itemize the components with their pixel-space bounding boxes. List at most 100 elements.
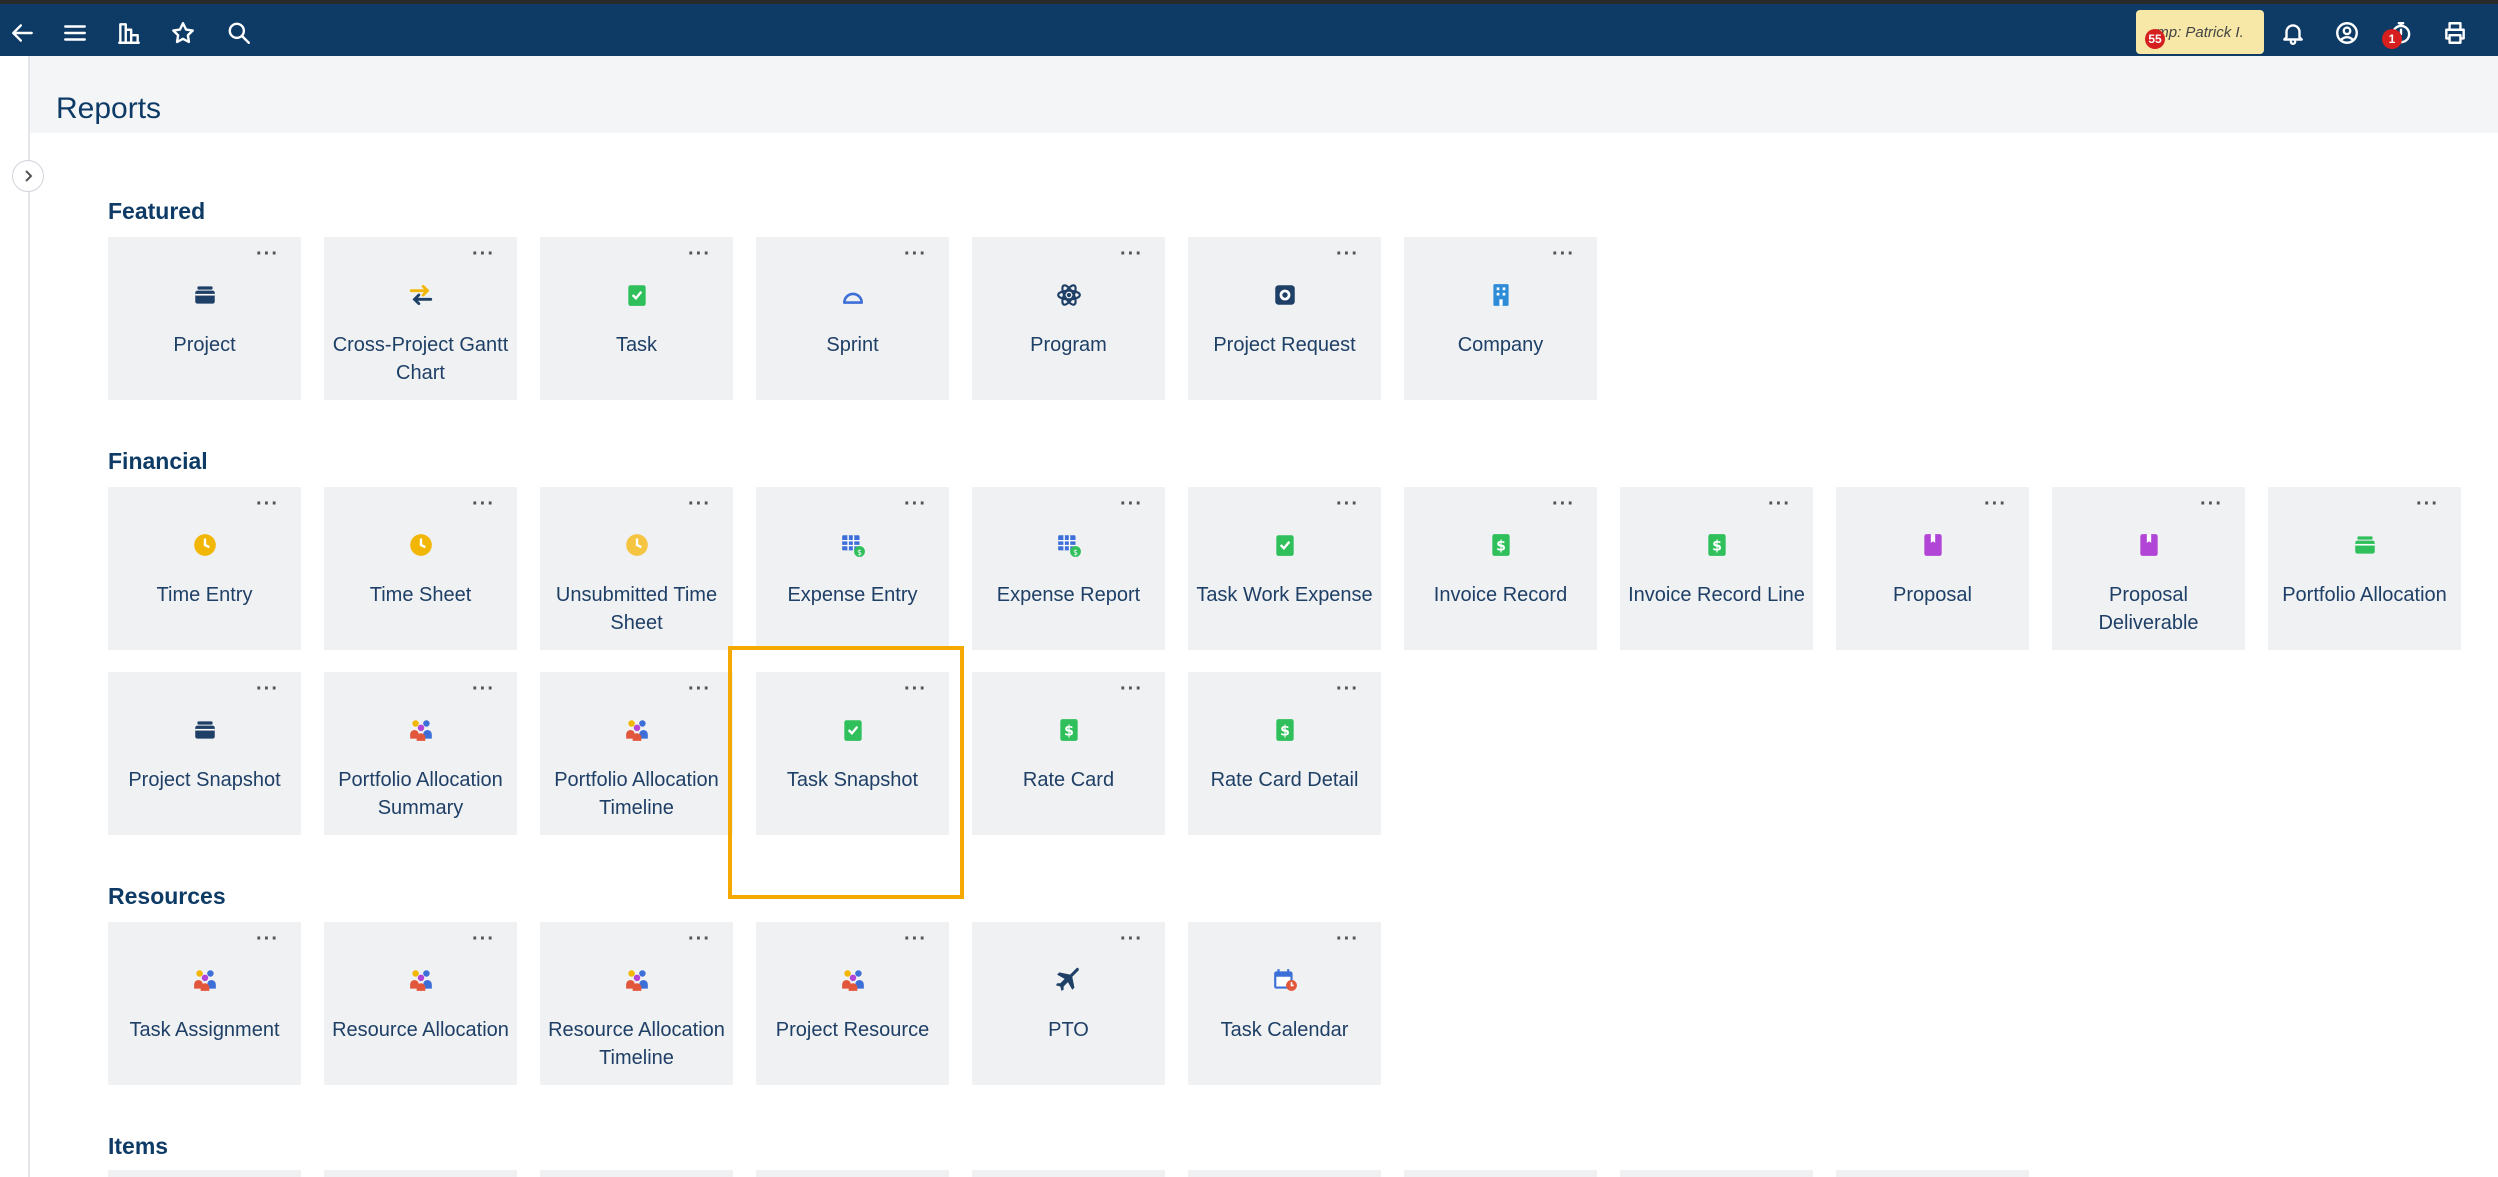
report-card-portfolio-allocation[interactable]: ··· Portfolio Allocation: [2268, 487, 2461, 650]
report-card-partial[interactable]: [540, 1170, 733, 1177]
people-icon: [191, 966, 219, 994]
more-options-icon[interactable]: ···: [688, 679, 711, 699]
user-profile-icon[interactable]: [2328, 14, 2366, 52]
more-options-icon[interactable]: ···: [904, 679, 927, 699]
card-label: Sprint: [826, 334, 879, 356]
bell-icon[interactable]: [2274, 14, 2312, 52]
dollar-doc-icon: $: [1703, 531, 1731, 559]
report-card-task-work-expense[interactable]: ··· Task Work Expense: [1188, 487, 1381, 650]
more-options-icon[interactable]: ···: [1336, 679, 1359, 699]
search-icon[interactable]: [220, 14, 258, 52]
report-card-pto[interactable]: ··· PTO: [972, 922, 1165, 1085]
more-options-icon[interactable]: ···: [688, 494, 711, 514]
report-card-cross-project-gantt-chart[interactable]: ··· Cross-Project Gantt Chart: [324, 237, 517, 400]
report-card-partial[interactable]: [972, 1170, 1165, 1177]
report-card-expense-entry[interactable]: ··· $ Expense Entry: [756, 487, 949, 650]
airplane-icon: [1055, 966, 1083, 994]
more-options-icon[interactable]: ···: [256, 929, 279, 949]
card-label: Rate Card Detail: [1210, 769, 1359, 791]
building-icon: [1487, 281, 1515, 309]
star-icon[interactable]: [164, 14, 202, 52]
report-card-task[interactable]: ··· Task: [540, 237, 733, 400]
more-options-icon[interactable]: ···: [1336, 244, 1359, 264]
report-card-company[interactable]: ··· Company: [1404, 237, 1597, 400]
more-options-icon[interactable]: ···: [1552, 494, 1575, 514]
report-card-invoice-record[interactable]: ··· $ Invoice Record: [1404, 487, 1597, 650]
report-card-expense-report[interactable]: ··· $ Expense Report: [972, 487, 1165, 650]
report-card-resource-allocation-timeline[interactable]: ··· Resource Allocation Timeline: [540, 922, 733, 1085]
print-icon[interactable]: [2436, 14, 2474, 52]
report-card-project-resource[interactable]: ··· Project Resource: [756, 922, 949, 1085]
report-card-unsubmitted-time-sheet[interactable]: ··· Unsubmitted Time Sheet: [540, 487, 733, 650]
back-arrow-icon[interactable]: [4, 14, 42, 52]
card-label: Company: [1457, 334, 1544, 356]
section-title-resources: Resources: [108, 883, 226, 909]
more-options-icon[interactable]: ···: [1120, 679, 1143, 699]
report-card-rate-card-detail[interactable]: ··· $ Rate Card Detail: [1188, 672, 1381, 835]
clipboard-check-icon: [623, 281, 651, 309]
report-card-partial[interactable]: [108, 1170, 301, 1177]
card-label: Rate Card: [1022, 769, 1115, 791]
more-options-icon[interactable]: ···: [256, 494, 279, 514]
more-options-icon[interactable]: ···: [2200, 494, 2223, 514]
more-options-icon[interactable]: ···: [1120, 244, 1143, 264]
card-label: Project: [173, 334, 236, 356]
more-options-icon[interactable]: ···: [472, 494, 495, 514]
card-label: Invoice Record Line: [1628, 584, 1805, 606]
more-options-icon[interactable]: ···: [2416, 494, 2439, 514]
card-label: PTO: [1048, 1019, 1089, 1041]
more-options-icon[interactable]: ···: [904, 929, 927, 949]
report-card-task-calendar[interactable]: ··· Task Calendar: [1188, 922, 1381, 1085]
people-icon: [407, 716, 435, 744]
report-card-partial[interactable]: [1188, 1170, 1381, 1177]
report-card-time-sheet[interactable]: ··· Time Sheet: [324, 487, 517, 650]
report-card-partial[interactable]: [324, 1170, 517, 1177]
more-options-icon[interactable]: ···: [1552, 244, 1575, 264]
more-options-icon[interactable]: ···: [688, 244, 711, 264]
report-card-task-snapshot[interactable]: ··· Task Snapshot: [756, 672, 949, 835]
report-card-proposal[interactable]: ··· Proposal: [1836, 487, 2029, 650]
svg-text:$: $: [1064, 723, 1074, 739]
report-card-resource-allocation[interactable]: ··· Resource Allocation: [324, 922, 517, 1085]
reports-chart-icon[interactable]: [110, 14, 148, 52]
report-card-time-entry[interactable]: ··· Time Entry: [108, 487, 301, 650]
report-card-project-request[interactable]: ··· Project Request: [1188, 237, 1381, 400]
more-options-icon[interactable]: ···: [688, 929, 711, 949]
more-options-icon[interactable]: ···: [472, 679, 495, 699]
more-options-icon[interactable]: ···: [1120, 929, 1143, 949]
report-card-partial[interactable]: [756, 1170, 949, 1177]
report-card-partial[interactable]: [1836, 1170, 2029, 1177]
report-card-project-snapshot[interactable]: ··· Project Snapshot: [108, 672, 301, 835]
card-label: Task Snapshot: [786, 769, 919, 791]
svg-text:$: $: [1073, 548, 1078, 557]
menu-icon[interactable]: [56, 14, 94, 52]
report-card-invoice-record-line[interactable]: ··· $ Invoice Record Line: [1620, 487, 1813, 650]
more-options-icon[interactable]: ···: [472, 244, 495, 264]
report-card-partial[interactable]: [1620, 1170, 1813, 1177]
report-card-program[interactable]: ··· Program: [972, 237, 1165, 400]
more-options-icon[interactable]: ···: [256, 679, 279, 699]
report-card-portfolio-allocation-summary[interactable]: ··· Portfolio Allocation Summary: [324, 672, 517, 835]
more-options-icon[interactable]: ···: [1336, 929, 1359, 949]
report-card-rate-card[interactable]: ··· $ Rate Card: [972, 672, 1165, 835]
more-options-icon[interactable]: ···: [1120, 494, 1143, 514]
more-options-icon[interactable]: ···: [256, 244, 279, 264]
more-options-icon[interactable]: ···: [1768, 494, 1791, 514]
report-card-project[interactable]: ··· Project: [108, 237, 301, 400]
more-options-icon[interactable]: ···: [904, 244, 927, 264]
more-options-icon[interactable]: ···: [1336, 494, 1359, 514]
expense-grid-icon: $: [1055, 531, 1083, 559]
more-options-icon[interactable]: ···: [904, 494, 927, 514]
report-card-proposal-deliverable[interactable]: ··· Proposal Deliverable: [2052, 487, 2245, 650]
report-card-task-assignment[interactable]: ··· Task Assignment: [108, 922, 301, 1085]
expand-sidebar-button[interactable]: [12, 160, 44, 192]
svg-text:$: $: [1496, 538, 1506, 554]
more-options-icon[interactable]: ···: [472, 929, 495, 949]
sprint-icon: [839, 281, 867, 309]
left-rail-divider: [28, 56, 30, 1177]
report-card-portfolio-allocation-timeline[interactable]: ··· Portfolio Allocation Timeline: [540, 672, 733, 835]
more-options-icon[interactable]: ···: [1984, 494, 2007, 514]
report-card-partial[interactable]: [1404, 1170, 1597, 1177]
people-icon: [407, 966, 435, 994]
report-card-sprint[interactable]: ··· Sprint: [756, 237, 949, 400]
